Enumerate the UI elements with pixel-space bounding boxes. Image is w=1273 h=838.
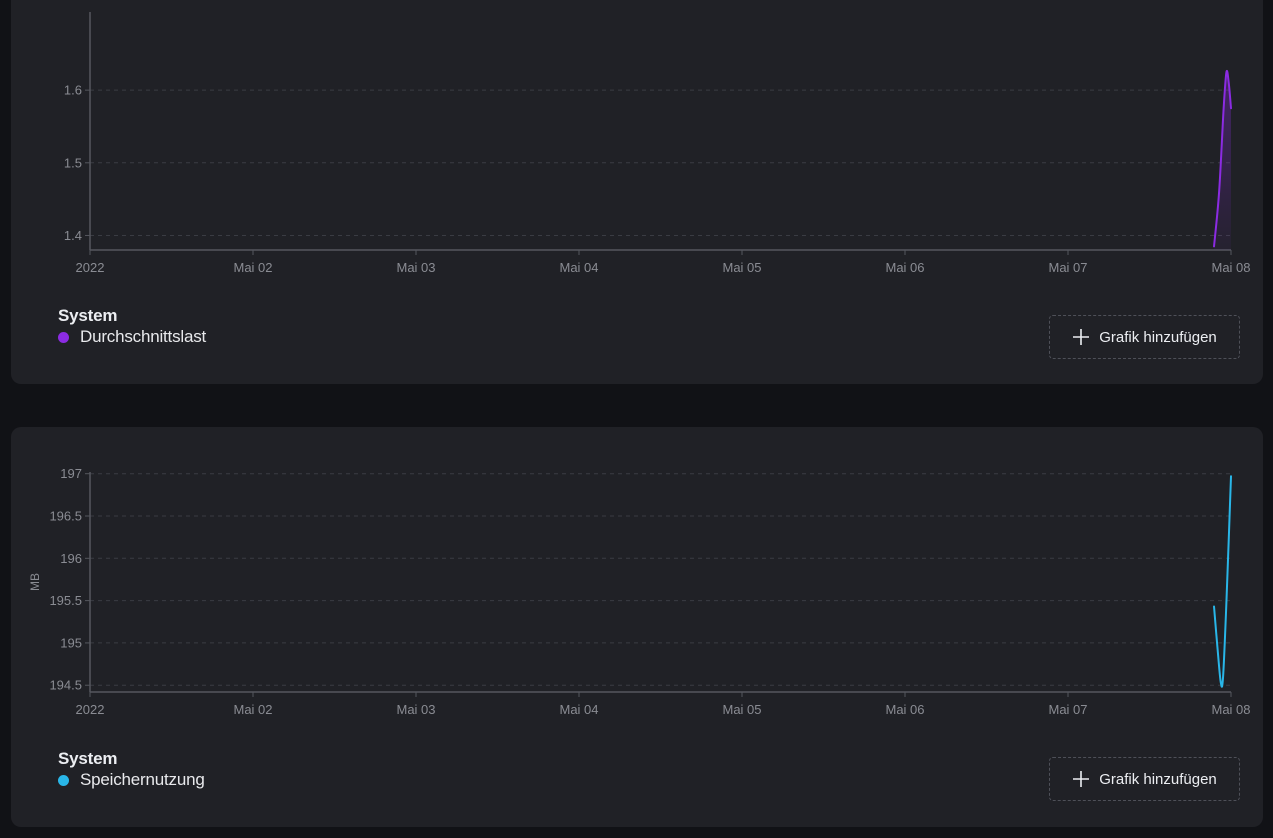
- x-tick-label: Mai 03: [396, 702, 435, 717]
- x-tick-label: Mai 02: [233, 702, 272, 717]
- x-tick-label: Mai 03: [396, 260, 435, 275]
- x-tick-label: Mai 06: [885, 702, 924, 717]
- y-tick-label: 195: [60, 635, 82, 650]
- y-tick-label: 195.5: [49, 593, 82, 608]
- chart-card-load: 1.4 1.5 1.6 2022 Mai 02 Mai 03 Mai 04 Mai 05 Mai…: [11, 0, 1263, 384]
- x-tick-label: Mai 02: [233, 260, 272, 275]
- x-tick-label: Mai 06: [885, 260, 924, 275]
- legend-series-label: Durchschnittslast: [80, 327, 207, 346]
- legend-group-title: System: [58, 306, 118, 325]
- x-tick-label: 2022: [76, 702, 105, 717]
- x-tick-label: Mai 07: [1048, 260, 1087, 275]
- x-tick-label: Mai 04: [559, 702, 598, 717]
- x-tick-label: Mai 08: [1211, 260, 1250, 275]
- y-tick-label: 194.5: [49, 678, 82, 693]
- add-graph-button-label: Grafik hinzufügen: [1099, 770, 1217, 788]
- y-tick-label: 196: [60, 551, 82, 566]
- series-line: [1213, 475, 1232, 688]
- legend-group-title: System: [58, 749, 118, 768]
- x-tick-label: Mai 07: [1048, 702, 1087, 717]
- legend-item-load-average[interactable]: Durchschnittslast: [58, 327, 206, 347]
- legend-dot-icon: [58, 331, 69, 343]
- add-graph-button[interactable]: Grafik hinzufügen: [1049, 315, 1240, 359]
- x-tick-label: Mai 05: [722, 260, 761, 275]
- chart-card-memory: 194.5 195 195.5 196 196.5 197 2022 Mai 02 Mai 03…: [11, 427, 1263, 827]
- y-tick-label: 197: [60, 466, 82, 481]
- plus-icon: [1073, 771, 1090, 787]
- add-graph-button-label: Grafik hinzufügen: [1099, 328, 1217, 346]
- legend-item-memory-usage[interactable]: Speichernutzung: [58, 770, 205, 790]
- x-tick-label: Mai 08: [1211, 702, 1250, 717]
- x-tick-label: Mai 04: [559, 260, 598, 275]
- y-tick-label: 1.6: [64, 83, 82, 98]
- y-tick-label: 1.5: [64, 155, 82, 170]
- page: 1.4 1.5 1.6 2022 Mai 02 Mai 03 Mai 04 Mai 05 Mai…: [0, 0, 1273, 838]
- add-graph-button[interactable]: Grafik hinzufügen: [1049, 757, 1240, 801]
- load-average-chart: 1.4 1.5 1.6 2022 Mai 02 Mai 03 Mai 04 Mai 05 Mai…: [64, 12, 1251, 275]
- legend-series-label: Speichernutzung: [80, 770, 205, 789]
- y-tick-label: 1.4: [64, 228, 82, 243]
- x-tick-label: 2022: [76, 260, 105, 275]
- chart-legend: System Speichernutzung: [58, 749, 205, 790]
- memory-usage-chart: 194.5 195 195.5 196 196.5 197 2022 Mai 02 Mai 03…: [28, 466, 1251, 717]
- plus-icon: [1073, 329, 1090, 345]
- y-tick-label: 196.5: [49, 509, 82, 524]
- x-tick-label: Mai 05: [722, 702, 761, 717]
- chart-legend: System Durchschnittslast: [58, 306, 206, 347]
- legend-dot-icon: [58, 774, 69, 786]
- y-axis-unit-label: MB: [28, 573, 42, 591]
